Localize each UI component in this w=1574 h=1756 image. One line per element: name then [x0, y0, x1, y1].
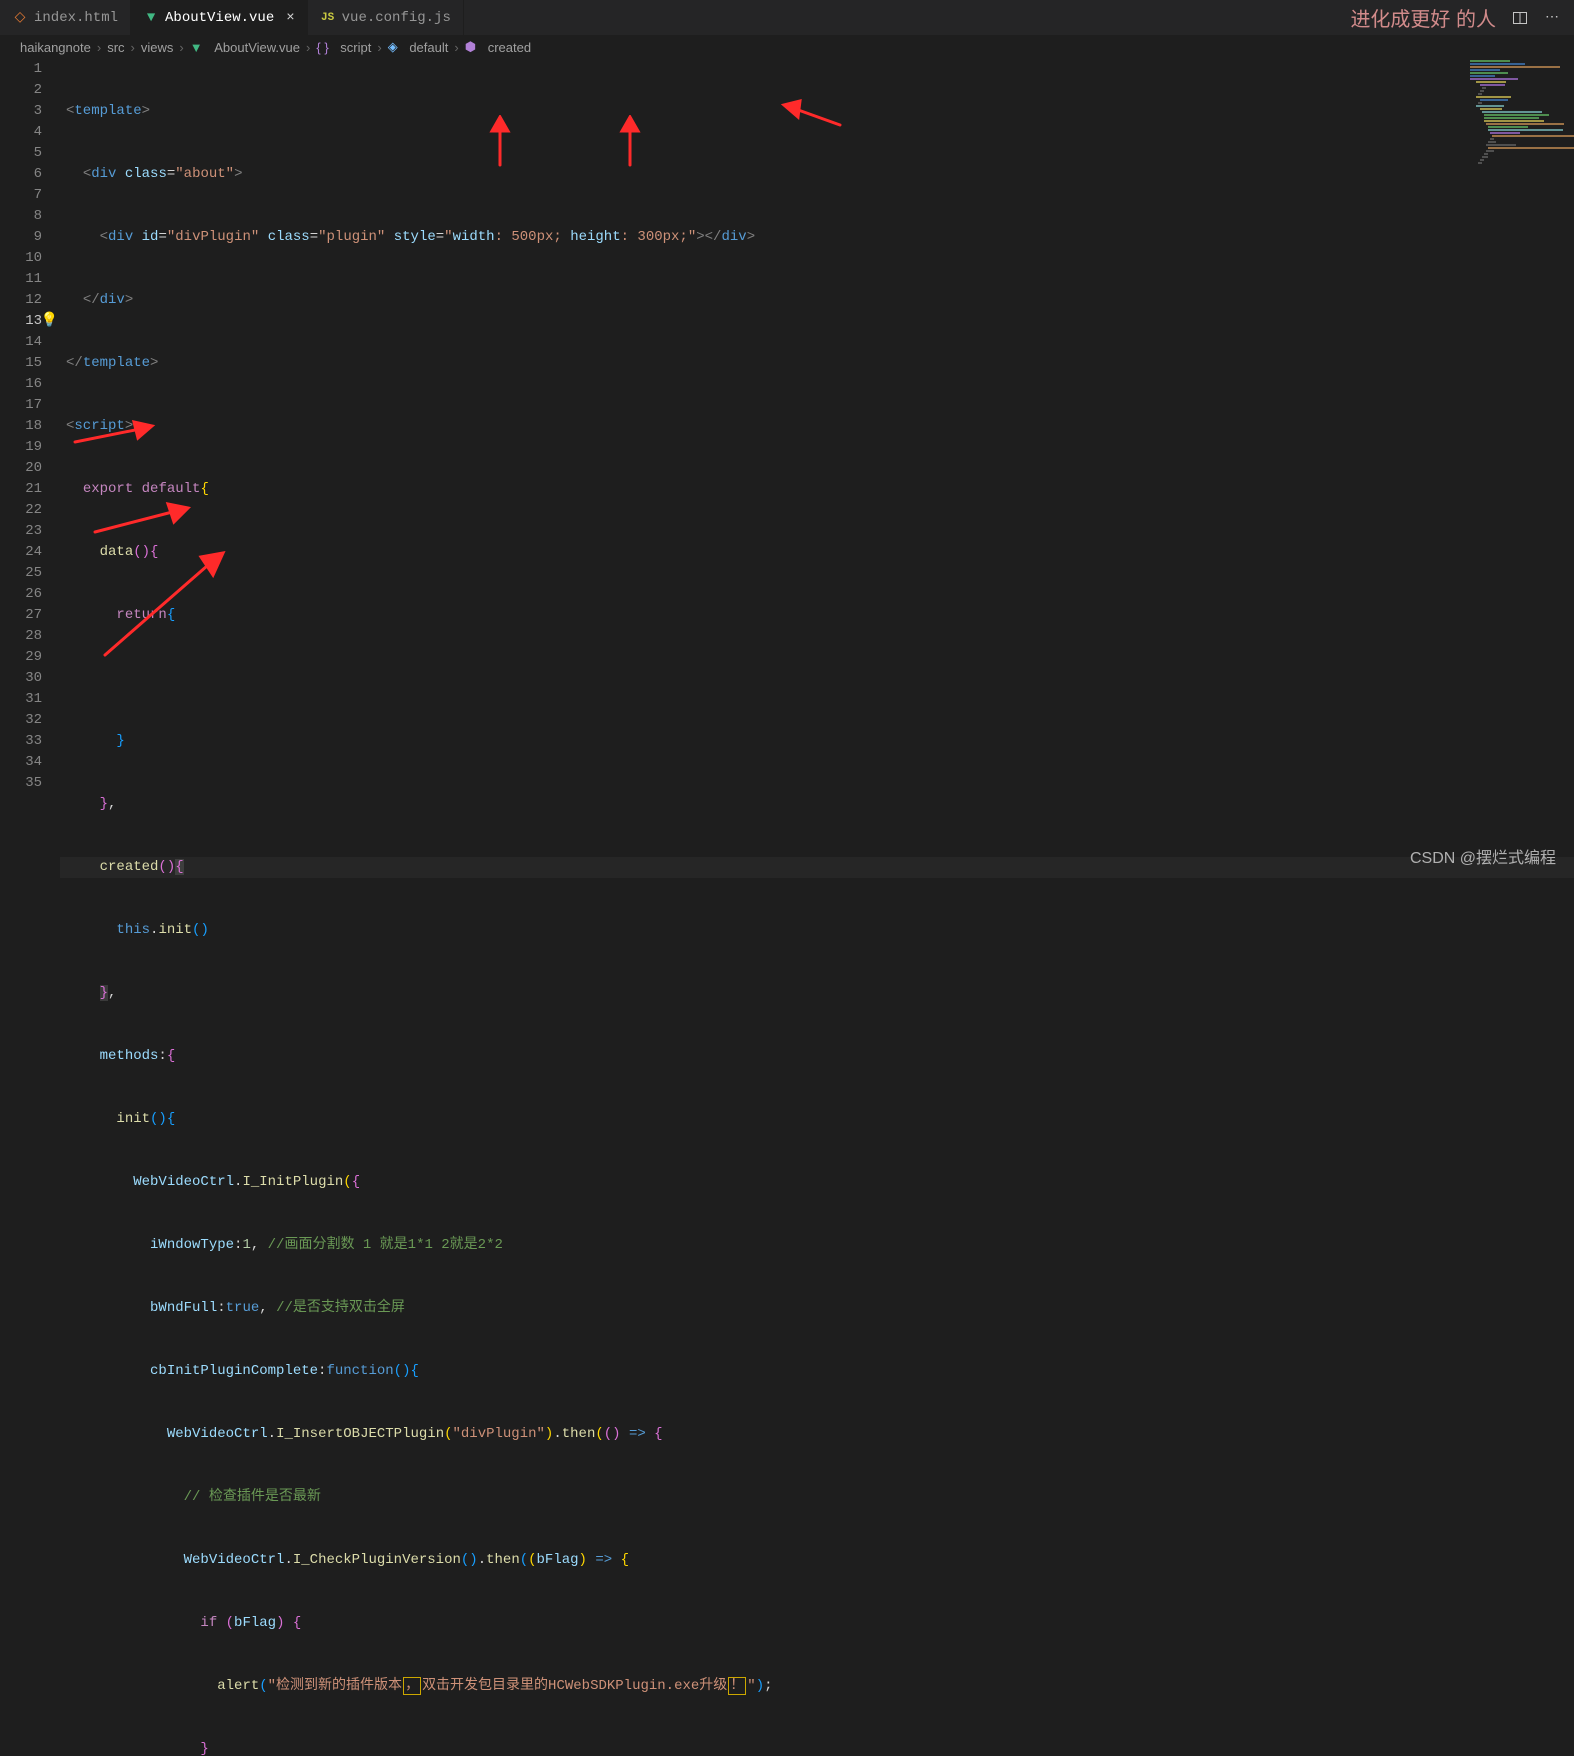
minimap[interactable]: [1470, 60, 1570, 170]
code-content[interactable]: <template> <div class="about"> <div id="…: [60, 59, 1574, 878]
crumb-default[interactable]: ◈ default: [388, 39, 449, 55]
crumb-views[interactable]: views: [141, 40, 174, 55]
tab-aboutview-vue[interactable]: ▼ AboutView.vue ×: [131, 0, 308, 35]
tab-label: vue.config.js: [342, 10, 451, 26]
vue-icon: ▼: [143, 10, 159, 26]
chevron-right-icon: ›: [454, 40, 458, 55]
chevron-right-icon: ›: [306, 40, 310, 55]
tab-label: index.html: [34, 10, 118, 26]
tab-bar: ◇ index.html ▼ AboutView.vue × JS vue.co…: [0, 0, 1574, 35]
chevron-right-icon: ›: [179, 40, 183, 55]
slogan-text: 进化成更好 的人: [1350, 3, 1496, 32]
breadcrumb: haikangnote › src › views › ▼ AboutView.…: [0, 35, 1574, 59]
crumb-root[interactable]: haikangnote: [20, 40, 91, 55]
annotation-arrow: [480, 115, 520, 175]
line-number-gutter: 1 2 3 4 5 6 7 8 9 10 11 12 13💡 14 15 16 …: [0, 59, 60, 878]
annotation-arrow: [780, 95, 850, 135]
crumb-src[interactable]: src: [107, 40, 124, 55]
annotation-arrow: [610, 115, 650, 175]
tab-index-html[interactable]: ◇ index.html: [0, 0, 131, 35]
annotation-arrow: [95, 545, 235, 665]
chevron-right-icon: ›: [97, 40, 101, 55]
html-icon: ◇: [12, 10, 28, 26]
annotation-arrow: [90, 500, 200, 540]
lightbulb-icon[interactable]: 💡: [41, 311, 58, 332]
crumb-script[interactable]: { } script: [316, 40, 371, 55]
annotation-arrow: [70, 420, 160, 450]
tab-label: AboutView.vue: [165, 10, 274, 26]
chevron-right-icon: ›: [377, 40, 381, 55]
crumb-file[interactable]: ▼ AboutView.vue: [190, 40, 300, 55]
close-icon[interactable]: ×: [286, 10, 294, 26]
chevron-right-icon: ›: [131, 40, 135, 55]
watermark-text: CSDN @摆烂式编程: [1410, 844, 1556, 868]
split-editor-icon[interactable]: [1512, 10, 1528, 26]
code-editor[interactable]: 1 2 3 4 5 6 7 8 9 10 11 12 13💡 14 15 16 …: [0, 59, 1574, 878]
crumb-created[interactable]: ⬢ created: [465, 39, 531, 55]
tabbar-right: 进化成更好 的人 ⋯: [1350, 0, 1574, 35]
tab-vue-config-js[interactable]: JS vue.config.js: [308, 0, 464, 35]
js-icon: JS: [320, 10, 336, 26]
more-icon[interactable]: ⋯: [1544, 10, 1560, 26]
